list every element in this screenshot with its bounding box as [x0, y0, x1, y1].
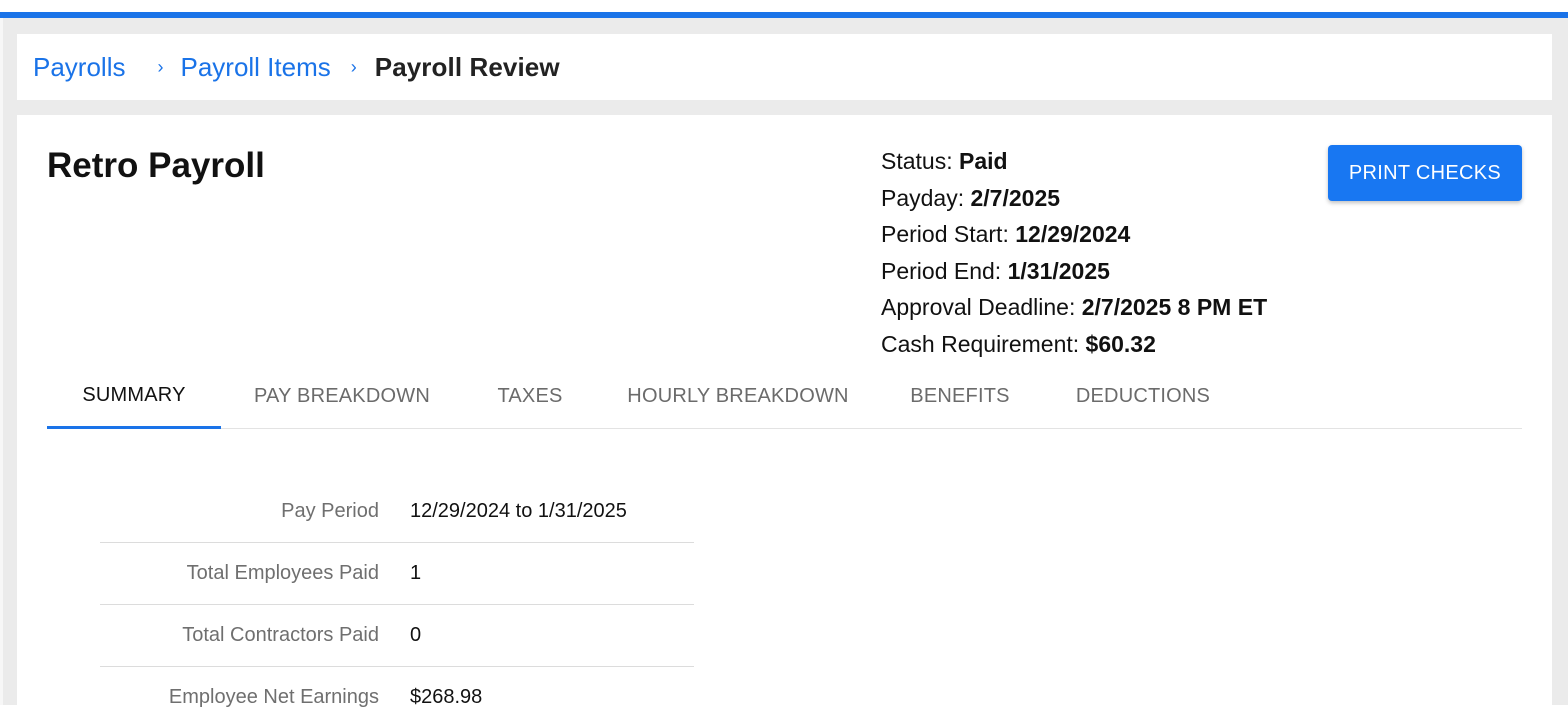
breadcrumb-payrolls-link[interactable]: Payrolls — [33, 52, 125, 83]
status-label: Status: — [881, 148, 959, 174]
summary-row: Total Employees Paid 1 — [100, 543, 694, 605]
tab-taxes[interactable]: TAXES — [485, 365, 575, 428]
tab-pay-breakdown[interactable]: PAY BREAKDOWN — [247, 365, 437, 428]
summary-value: 12/29/2024 to 1/31/2025 — [410, 500, 627, 522]
approval-deadline-value: 2/7/2025 8 PM ET — [1081, 294, 1268, 321]
summary-value: $268.98 — [410, 686, 483, 708]
page-title: Retro Payroll — [47, 146, 265, 185]
summary-row: Pay Period 12/29/2024 to 1/31/2025 — [100, 481, 694, 543]
main-card: Retro Payroll Status: Paid Payday: 2/7/2… — [17, 115, 1552, 708]
status-value: Paid — [958, 148, 1008, 174]
summary-row: Total Contractors Paid 0 — [100, 605, 694, 667]
chevron-right-icon: › — [350, 56, 357, 77]
tab-hourly-breakdown[interactable]: HOURLY BREAKDOWN — [625, 365, 851, 428]
summary-label: Employee Net Earnings — [168, 686, 379, 708]
summary-label: Pay Period — [281, 500, 379, 522]
tab-benefits[interactable]: BENEFITS — [902, 365, 1018, 428]
status-row: Status: Paid — [881, 143, 1267, 180]
cash-requirement-value: $60.32 — [1085, 330, 1156, 357]
payday-label: Payday: — [881, 184, 971, 211]
summary-label: Total Employees Paid — [186, 562, 379, 584]
tab-deductions[interactable]: DEDUCTIONS — [1067, 365, 1219, 428]
period-start-label: Period Start: — [881, 221, 1016, 248]
tab-summary[interactable]: SUMMARY — [47, 365, 221, 429]
period-start-row: Period Start: 12/29/2024 — [881, 216, 1267, 253]
breadcrumb-current: Payroll Review — [374, 51, 560, 82]
summary-row: Employee Net Earnings $268.98 — [100, 667, 694, 728]
breadcrumb-card: Payrolls › Payroll Items › Payroll Revie… — [17, 34, 1552, 100]
summary-table: Pay Period 12/29/2024 to 1/31/2025 Total… — [100, 481, 694, 728]
top-strip — [0, 0, 1568, 12]
period-end-label: Period End: — [881, 257, 1008, 284]
cash-requirement-row: Cash Requirement: $60.32 — [881, 326, 1267, 363]
payroll-meta: Status: Paid Payday: 2/7/2025 Period Sta… — [881, 143, 1267, 363]
payday-value: 2/7/2025 — [970, 184, 1061, 211]
summary-label: Total Contractors Paid — [182, 624, 379, 646]
summary-value: 0 — [410, 624, 422, 646]
breadcrumb-payroll-items-link[interactable]: Payroll Items — [180, 52, 330, 83]
cash-requirement-label: Cash Requirement: — [881, 330, 1086, 357]
period-end-row: Period End: 1/31/2025 — [881, 253, 1267, 290]
print-checks-button[interactable]: PRINT CHECKS — [1328, 145, 1522, 201]
tab-bar: SUMMARY PAY BREAKDOWN TAXES HOURLY BREAK… — [47, 365, 1522, 429]
summary-value: 1 — [410, 562, 422, 584]
left-edge — [0, 18, 3, 705]
breadcrumb: Payrolls › Payroll Items › Payroll Revie… — [33, 34, 560, 100]
approval-deadline-label: Approval Deadline: — [881, 294, 1082, 321]
period-start-value: 12/29/2024 — [1015, 221, 1131, 248]
chevron-right-icon: › — [157, 56, 164, 77]
payday-row: Payday: 2/7/2025 — [881, 180, 1267, 217]
approval-deadline-row: Approval Deadline: 2/7/2025 8 PM ET — [881, 289, 1267, 326]
period-end-value: 1/31/2025 — [1007, 257, 1110, 284]
